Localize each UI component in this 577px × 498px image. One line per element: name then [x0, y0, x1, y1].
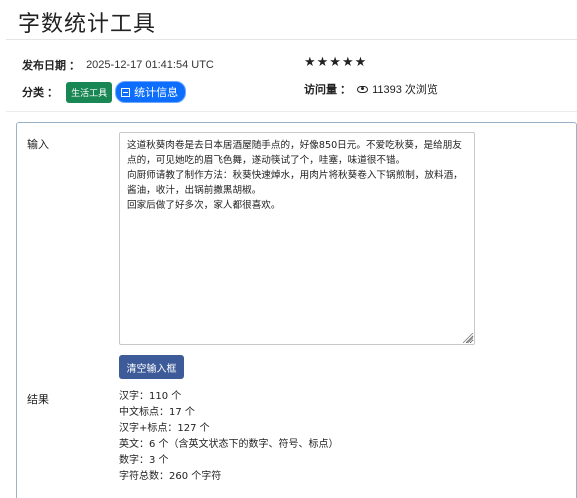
text-input[interactable]: 这道秋葵肉卷是去日本居酒屋随手点的，好像850日元。不爱吃秋葵，是给朋友点的，可…	[119, 132, 475, 345]
publish-date-label: 发布日期 ：	[22, 60, 81, 72]
eye-icon	[357, 85, 369, 93]
table-icon	[121, 87, 131, 97]
result-chinese-chars: 汉字：110 个	[119, 391, 182, 402]
category-label: 分类 ：	[22, 87, 59, 99]
result-chars-plus-punct: 汉字+标点：127 个	[119, 423, 210, 434]
stats-info-badge[interactable]: 统计信息	[115, 81, 187, 103]
tool-card: 输入 这道秋葵肉卷是去日本居酒屋随手点的，好像850日元。不爱吃秋葵，是给朋友点…	[16, 122, 577, 498]
rating-stars: ★★★★★	[304, 54, 368, 69]
rating-row: ★★★★★	[304, 54, 367, 70]
clear-input-button[interactable]: 清空输入框	[119, 355, 184, 379]
stats-info-label: 统计信息	[134, 87, 179, 99]
result-english: 英文：6 个（含英文状态下的数字、符号、标点）	[119, 439, 339, 450]
input-label: 输入	[27, 139, 49, 151]
visits-label: 访问量 ：	[304, 84, 352, 96]
result-digits: 数字：3 个	[119, 455, 169, 466]
page-title: 字数统计工具	[18, 11, 157, 36]
meta-panel: 发布日期 ： 2025-12-17 01:41:54 UTC 分类 ： 生活工具…	[6, 40, 577, 112]
result-label: 结果	[27, 394, 49, 406]
publish-date-value: 2025-12-17 01:41:54 UTC	[86, 59, 214, 71]
result-chinese-punct: 中文标点：17 个	[119, 407, 195, 418]
visits-row: 访问量 ： 11393 次浏览	[304, 81, 438, 97]
category-row: 分类 ： 生活工具 统计信息	[22, 81, 187, 103]
publish-date-row: 发布日期 ： 2025-12-17 01:41:54 UTC	[22, 57, 214, 73]
category-tag[interactable]: 生活工具	[66, 81, 113, 103]
result-total-chars: 字符总数：260 个字符	[119, 471, 222, 482]
resize-handle[interactable]	[463, 333, 473, 343]
result-list: 汉字：110 个 中文标点：17 个 汉字+标点：127 个 英文：6 个（含英…	[119, 389, 339, 485]
visits-value: 11393 次浏览	[372, 84, 438, 96]
